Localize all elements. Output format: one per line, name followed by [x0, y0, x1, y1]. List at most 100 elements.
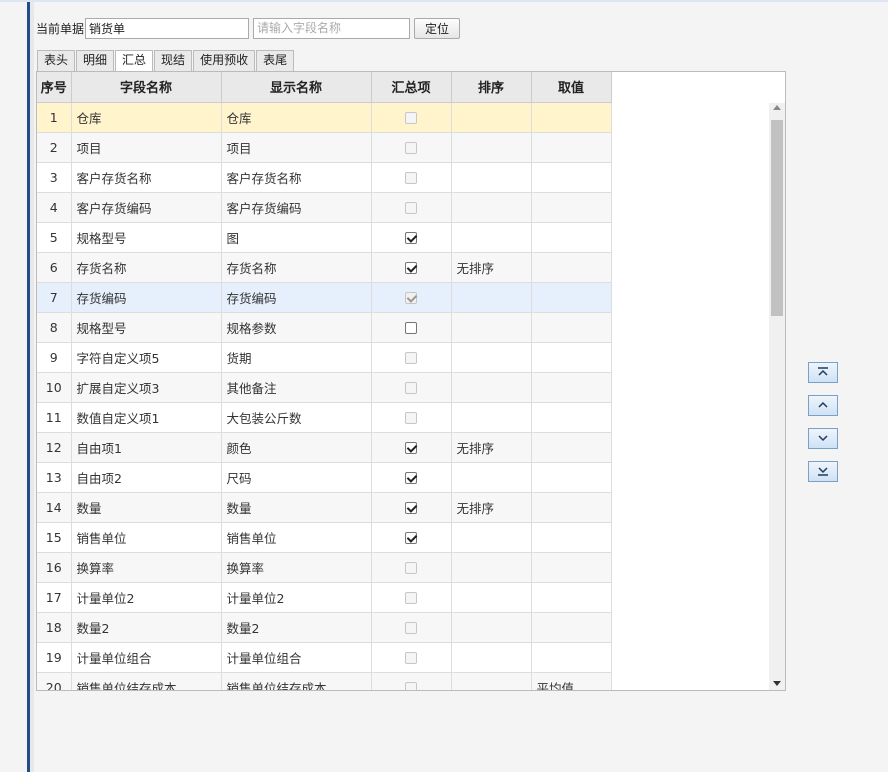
value-cell[interactable]	[531, 522, 612, 553]
value-cell[interactable]	[531, 462, 612, 493]
display-name-cell[interactable]: 其他备注	[221, 372, 372, 403]
display-name-cell[interactable]: 销售单位结存成本	[221, 672, 372, 690]
display-name-cell[interactable]: 规格参数	[221, 312, 372, 343]
summary-checkbox[interactable]	[405, 322, 417, 334]
sort-cell[interactable]	[451, 162, 532, 193]
sort-cell[interactable]: 无排序	[451, 492, 532, 523]
sort-cell[interactable]	[451, 612, 532, 643]
tab-item[interactable]: 明细	[76, 50, 115, 71]
display-name-cell[interactable]: 尺码	[221, 462, 372, 493]
value-cell[interactable]	[531, 282, 612, 313]
value-cell[interactable]	[531, 342, 612, 373]
table-row[interactable]: 4 客户存货编码 客户存货编码	[37, 192, 612, 223]
display-name-cell[interactable]: 存货名称	[221, 252, 372, 283]
value-cell[interactable]	[531, 192, 612, 223]
sort-cell[interactable]	[451, 642, 532, 673]
sort-cell[interactable]	[451, 342, 532, 373]
sort-cell[interactable]	[451, 312, 532, 343]
col-header-summary[interactable]: 汇总项	[371, 72, 452, 103]
tab-item[interactable]: 汇总	[115, 50, 154, 72]
table-row[interactable]: 10 扩展自定义项3 其他备注	[37, 372, 612, 403]
current-doc-field[interactable]	[85, 17, 250, 39]
display-name-cell[interactable]: 项目	[221, 132, 372, 163]
field-search-input[interactable]	[253, 17, 411, 39]
summary-checkbox[interactable]	[405, 442, 417, 454]
summary-checkbox[interactable]	[405, 532, 417, 544]
table-row[interactable]: 15 销售单位 销售单位	[37, 522, 612, 553]
value-cell[interactable]	[531, 642, 612, 673]
table-row[interactable]: 19 计量单位组合 计量单位组合	[37, 642, 612, 673]
col-header-value[interactable]: 取值	[531, 72, 612, 103]
vertical-scrollbar[interactable]	[769, 103, 785, 690]
display-name-cell[interactable]: 客户存货编码	[221, 192, 372, 223]
sort-cell[interactable]	[451, 372, 532, 403]
table-row[interactable]: 11 数值自定义项1 大包装公斤数	[37, 402, 612, 433]
sort-cell[interactable]	[451, 102, 532, 133]
move-up-button[interactable]	[808, 395, 838, 416]
display-name-cell[interactable]: 计量单位组合	[221, 642, 372, 673]
display-name-cell[interactable]: 仓库	[221, 102, 372, 133]
value-cell[interactable]	[531, 132, 612, 163]
move-bottom-button[interactable]	[808, 461, 838, 482]
scroll-up-icon[interactable]	[773, 105, 781, 110]
table-row[interactable]: 17 计量单位2 计量单位2	[37, 582, 612, 613]
value-cell[interactable]	[531, 432, 612, 463]
value-cell[interactable]	[531, 372, 612, 403]
tab-item[interactable]: 表头	[37, 50, 76, 71]
sort-cell[interactable]	[451, 402, 532, 433]
locate-button[interactable]: 定位	[414, 17, 461, 39]
table-row[interactable]: 13 自由项2 尺码	[37, 462, 612, 493]
display-name-cell[interactable]: 存货编码	[221, 282, 372, 313]
display-name-cell[interactable]: 换算率	[221, 552, 372, 583]
sort-cell[interactable]	[451, 522, 532, 553]
sort-cell[interactable]	[451, 222, 532, 253]
display-name-cell[interactable]: 大包装公斤数	[221, 402, 372, 433]
table-row[interactable]: 5 规格型号图	[37, 222, 612, 253]
display-name-cell[interactable]: 销售单位	[221, 522, 372, 553]
display-name-cell[interactable]: 数量2	[221, 612, 372, 643]
display-name-cell[interactable]: 货期	[221, 342, 372, 373]
value-cell[interactable]	[531, 222, 612, 253]
sort-cell[interactable]	[451, 282, 532, 313]
col-header-display-name[interactable]: 显示名称	[221, 72, 372, 103]
value-cell[interactable]	[531, 402, 612, 433]
value-cell[interactable]	[531, 582, 612, 613]
tab-item[interactable]: 使用预收	[193, 50, 256, 71]
display-name-cell[interactable]: 数量	[221, 492, 372, 523]
table-row[interactable]: 12 自由项1 颜色 无排序	[37, 432, 612, 463]
table-row[interactable]: 2 项目 项目	[37, 132, 612, 163]
sort-cell[interactable]	[451, 192, 532, 223]
col-header-index[interactable]: 序号	[37, 72, 72, 103]
table-row[interactable]: 7 存货编码 存货编码	[37, 282, 612, 313]
sort-cell[interactable]	[451, 672, 532, 690]
sort-cell[interactable]	[451, 462, 532, 493]
tab-item[interactable]: 现结	[154, 50, 193, 71]
sort-cell[interactable]: 无排序	[451, 432, 532, 463]
table-row[interactable]: 14 数量 数量 无排序	[37, 492, 612, 523]
display-name-cell[interactable]: 客户存货名称	[221, 162, 372, 193]
value-cell[interactable]	[531, 252, 612, 283]
sort-cell[interactable]	[451, 552, 532, 583]
value-cell[interactable]	[531, 552, 612, 583]
display-name-cell[interactable]: 图	[221, 222, 372, 253]
value-cell[interactable]	[531, 162, 612, 193]
value-cell[interactable]	[531, 612, 612, 643]
col-header-sort[interactable]: 排序	[451, 72, 532, 103]
display-name-cell[interactable]: 计量单位2	[221, 582, 372, 613]
value-cell[interactable]: 平均值	[531, 672, 612, 690]
table-row[interactable]: 8 规格型号 规格参数	[37, 312, 612, 343]
summary-checkbox[interactable]	[405, 502, 417, 514]
value-cell[interactable]	[531, 102, 612, 133]
move-top-button[interactable]	[808, 362, 838, 383]
sort-cell[interactable]	[451, 132, 532, 163]
table-row[interactable]: 1 仓库 仓库	[37, 102, 612, 133]
sort-cell[interactable]	[451, 582, 532, 613]
summary-checkbox[interactable]	[405, 472, 417, 484]
display-name-cell[interactable]: 颜色	[221, 432, 372, 463]
table-row[interactable]: 9 字符自定义项5 货期	[37, 342, 612, 373]
summary-checkbox[interactable]	[405, 232, 417, 244]
summary-checkbox[interactable]	[405, 262, 417, 274]
table-row[interactable]: 20 销售单位结存成本 销售单位结存成本 平均值	[37, 672, 612, 690]
value-cell[interactable]	[531, 312, 612, 343]
table-row[interactable]: 3 客户存货名称 客户存货名称	[37, 162, 612, 193]
